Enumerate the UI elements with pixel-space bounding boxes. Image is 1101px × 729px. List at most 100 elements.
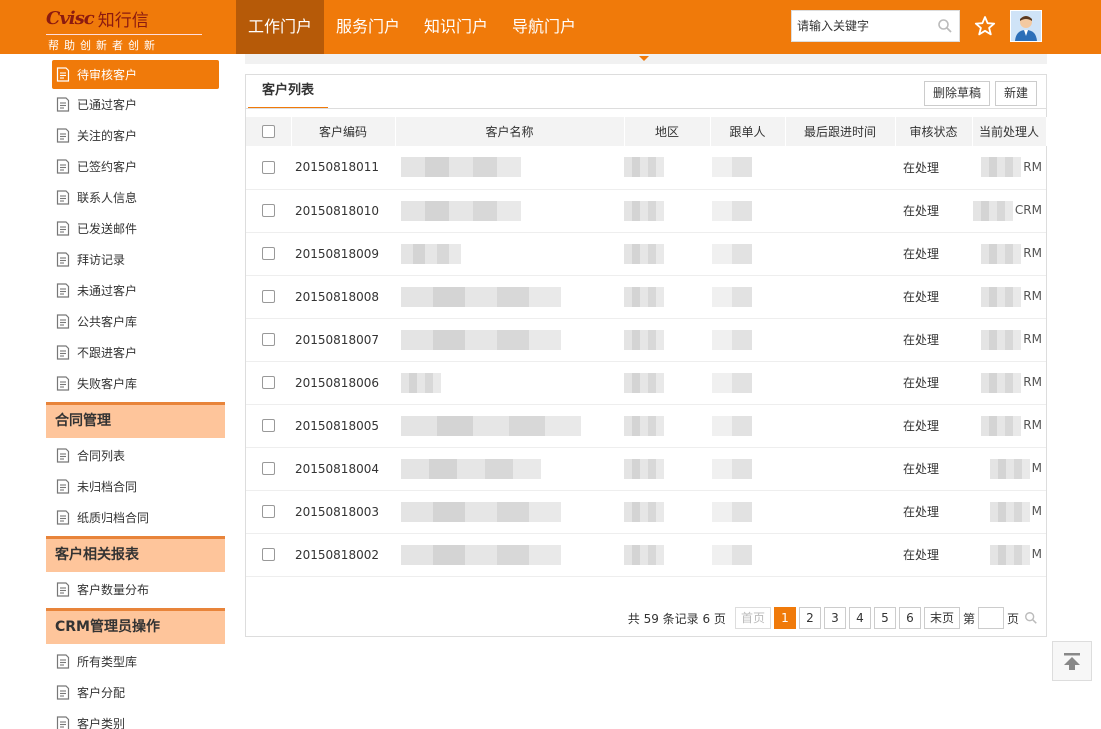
document-icon	[56, 479, 70, 494]
row-checkbox[interactable]	[262, 204, 275, 217]
table-row[interactable]: 20150818004 在处理 M	[246, 447, 1046, 491]
page-1-button[interactable]: 1	[773, 607, 796, 629]
row-checkbox[interactable]	[262, 333, 275, 346]
customer-name[interactable]	[395, 189, 624, 233]
row-checkbox[interactable]	[262, 505, 275, 518]
table-row[interactable]: 20150818009 在处理 RM	[246, 232, 1046, 276]
redacted-block	[624, 415, 664, 436]
row-checkbox[interactable]	[262, 419, 275, 432]
document-icon	[56, 221, 70, 236]
current-handler: RM	[972, 146, 1046, 190]
page-4-button[interactable]: 4	[848, 607, 871, 629]
table-row[interactable]: 20150818011 在处理 RM	[246, 146, 1046, 190]
col-last-follow-time[interactable]: 最后跟进时间	[785, 117, 896, 146]
row-checkbox[interactable]	[262, 462, 275, 475]
redacted-block	[712, 544, 752, 565]
table-row[interactable]: 20150818002 在处理 M	[246, 533, 1046, 577]
customer-name[interactable]	[395, 533, 624, 577]
sidebar-item[interactable]: 未归档合同	[46, 471, 225, 502]
sidebar-item[interactable]: 不跟进客户	[46, 337, 225, 368]
customer-name[interactable]	[395, 232, 624, 276]
page-2-button[interactable]: 2	[798, 607, 821, 629]
star-icon[interactable]	[974, 15, 996, 37]
new-button[interactable]: 新建	[995, 81, 1038, 106]
table-header-row: 客户编码 客户名称 地区 跟单人 最后跟进时间 审核状态 当前处理人	[246, 117, 1047, 146]
last-follow-time	[785, 361, 895, 405]
customer-name[interactable]	[395, 447, 624, 491]
avatar[interactable]	[1010, 10, 1042, 42]
customer-name[interactable]	[395, 490, 624, 534]
customer-name[interactable]	[395, 404, 624, 448]
table-row[interactable]: 20150818006 在处理 RM	[246, 361, 1046, 405]
go-search-icon[interactable]	[1024, 611, 1038, 625]
table-row[interactable]: 20150818003 在处理 M	[246, 490, 1046, 534]
search-input[interactable]	[792, 11, 932, 41]
document-icon	[56, 190, 70, 205]
col-follower[interactable]: 跟单人	[710, 117, 786, 146]
first-page-button[interactable]: 首页	[734, 607, 771, 629]
sidebar-item[interactable]: 客户数量分布	[46, 574, 225, 605]
col-customer-code[interactable]: 客户编码	[291, 117, 396, 146]
customer-name[interactable]	[395, 361, 624, 405]
table-row[interactable]: 20150818008 在处理 RM	[246, 275, 1046, 319]
page-3-button[interactable]: 3	[823, 607, 846, 629]
row-checkbox[interactable]	[262, 376, 275, 389]
panel-title[interactable]: 客户列表	[248, 75, 329, 109]
sidebar-group-title[interactable]: 合同管理	[46, 402, 225, 438]
col-region[interactable]: 地区	[624, 117, 711, 146]
sidebar-item[interactable]: 联系人信息	[46, 182, 225, 213]
page-jump-input[interactable]	[977, 607, 1004, 629]
sidebar-item[interactable]: 未通过客户	[46, 275, 225, 306]
select-all-checkbox[interactable]	[261, 125, 275, 138]
customer-name[interactable]	[395, 275, 624, 319]
sidebar-item[interactable]: 已签约客户	[46, 151, 225, 182]
sidebar-item[interactable]: 关注的客户	[46, 120, 225, 151]
document-icon	[56, 314, 70, 329]
redacted-block	[401, 544, 561, 565]
row-checkbox[interactable]	[262, 247, 275, 260]
sidebar-item[interactable]: 已发送邮件	[46, 213, 225, 244]
row-checkbox[interactable]	[262, 290, 275, 303]
nav-navigation-portal[interactable]: 导航门户	[500, 0, 588, 54]
sidebar-item[interactable]: 已通过客户	[46, 89, 225, 120]
review-status: 在处理	[895, 189, 972, 233]
customer-name[interactable]	[395, 146, 624, 190]
table-row[interactable]: 20150818010 在处理 CRM	[246, 189, 1046, 233]
document-icon	[56, 654, 70, 669]
sidebar-group-title[interactable]: 客户相关报表	[46, 536, 225, 572]
nav-work-portal[interactable]: 工作门户	[236, 0, 325, 54]
col-review-status[interactable]: 审核状态	[895, 117, 973, 146]
nav-knowledge-portal[interactable]: 知识门户	[412, 0, 500, 54]
redacted-block	[972, 200, 1013, 221]
sidebar-item[interactable]: 客户类别	[46, 708, 225, 729]
nav-service-portal[interactable]: 服务门户	[324, 0, 412, 54]
redacted-block	[624, 458, 664, 479]
sidebar-item[interactable]: 客户分配	[46, 677, 225, 708]
back-to-top-button[interactable]	[1052, 641, 1092, 681]
redacted-block	[624, 372, 664, 393]
search-icon[interactable]	[937, 18, 953, 34]
page-6-button[interactable]: 6	[898, 607, 921, 629]
delete-draft-button[interactable]: 删除草稿	[924, 81, 991, 106]
sidebar-item[interactable]: 失败客户库	[46, 368, 225, 399]
customer-name[interactable]	[395, 318, 624, 362]
last-page-button[interactable]: 末页	[923, 607, 960, 629]
page-5-button[interactable]: 5	[873, 607, 896, 629]
sidebar-item[interactable]: 合同列表	[46, 440, 225, 471]
table-row[interactable]: 20150818007 在处理 RM	[246, 318, 1046, 362]
sidebar-item[interactable]: 待审核客户	[52, 60, 219, 89]
review-status: 在处理	[895, 490, 972, 534]
row-checkbox[interactable]	[262, 160, 275, 174]
col-customer-name[interactable]: 客户名称	[395, 117, 625, 146]
review-status: 在处理	[895, 447, 972, 491]
sidebar-item[interactable]: 所有类型库	[46, 646, 225, 677]
table-row[interactable]: 20150818005 在处理 RM	[246, 404, 1046, 448]
sidebar-item[interactable]: 纸质归档合同	[46, 502, 225, 533]
sidebar-item-label: 拜访记录	[77, 253, 126, 267]
row-checkbox[interactable]	[262, 548, 275, 561]
sidebar-item[interactable]: 拜访记录	[46, 244, 225, 275]
logo[interactable]: Cvisc 知行信 帮助创新者创新	[46, 6, 206, 52]
sidebar-group-title[interactable]: CRM管理员操作	[46, 608, 225, 644]
col-current-handler[interactable]: 当前处理人	[972, 117, 1047, 146]
sidebar-item[interactable]: 公共客户库	[46, 306, 225, 337]
